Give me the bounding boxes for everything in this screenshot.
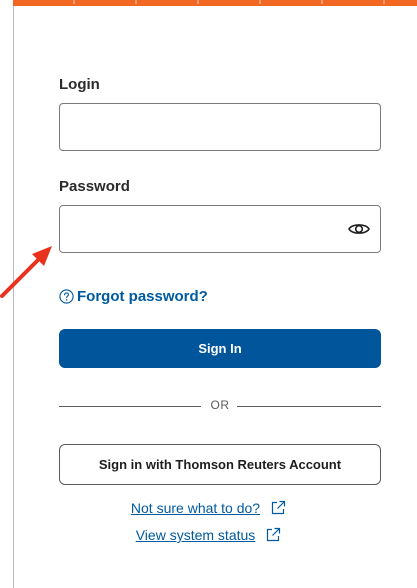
not-sure-link[interactable]: Not sure what to do?	[131, 500, 260, 516]
or-label: OR	[206, 398, 234, 412]
password-field[interactable]	[59, 205, 381, 253]
login-label: Login	[59, 76, 100, 93]
password-label: Password	[59, 178, 130, 195]
help-link-row-not-sure: Not sure what to do?	[0, 500, 417, 516]
sign-in-button[interactable]: Sign In	[59, 329, 381, 368]
external-link-icon[interactable]	[265, 527, 281, 543]
eye-icon[interactable]	[348, 220, 370, 238]
password-input[interactable]	[60, 206, 354, 250]
pointer-arrow-icon	[0, 246, 52, 298]
login-page: Login Password Forgot password? Sign In …	[0, 0, 417, 588]
or-divider: OR	[59, 398, 381, 414]
forgot-password-link[interactable]: Forgot password?	[59, 286, 208, 306]
accent-top-border-pattern	[13, 0, 417, 4]
help-link-row-system-status: View system status	[0, 527, 417, 543]
login-field[interactable]	[59, 103, 381, 151]
sign-in-with-tr-account-button[interactable]: Sign in with Thomson Reuters Account	[59, 444, 381, 485]
login-input[interactable]	[60, 104, 354, 148]
external-link-icon[interactable]	[270, 500, 286, 516]
help-circle-icon	[59, 288, 74, 304]
view-system-status-link[interactable]: View system status	[136, 527, 256, 543]
forgot-password-label: Forgot password?	[77, 287, 208, 305]
